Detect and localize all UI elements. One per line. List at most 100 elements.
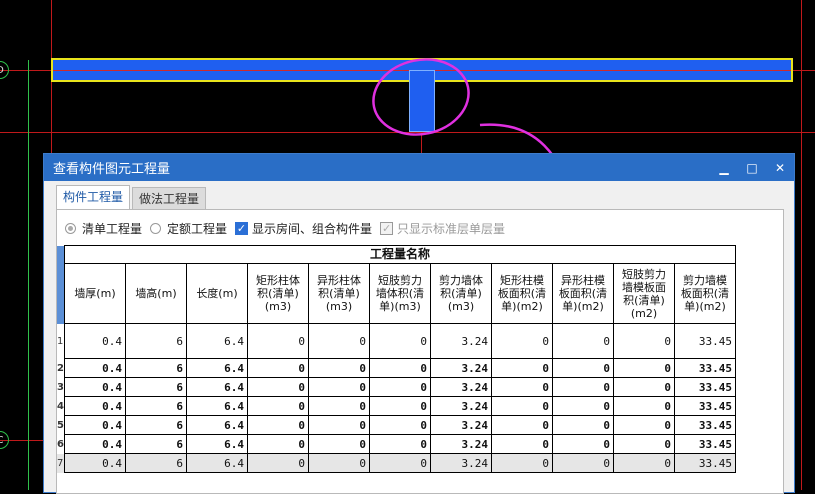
table-cell[interactable]: 0 [612, 323, 675, 359]
table-cell[interactable]: 0.4 [63, 358, 126, 378]
radio-quota-quantity[interactable]: 定额工程量 [150, 220, 227, 237]
table-cell[interactable]: 0 [246, 396, 309, 416]
table-cell[interactable]: 33.45 [673, 434, 736, 454]
table-cell[interactable]: 0 [551, 323, 614, 359]
table-cell[interactable]: 0 [612, 396, 675, 416]
table-cell[interactable]: 0 [368, 358, 431, 378]
table-cell[interactable]: 0 [490, 323, 553, 359]
table-column-header[interactable]: 剪力墙模板面积(清单)(m2) [673, 263, 736, 324]
table-cell[interactable]: 3.24 [429, 415, 492, 435]
table-cell[interactable]: 0.4 [63, 434, 126, 454]
tab-method-quantity[interactable]: 做法工程量 [132, 187, 207, 209]
table-cell[interactable]: 0 [490, 377, 553, 397]
table-cell[interactable]: 0 [612, 453, 675, 473]
checkbox-show-rooms[interactable]: ✓ 显示房间、组合构件量 [235, 220, 372, 237]
table-cell[interactable]: 0 [551, 415, 614, 435]
table-cell[interactable]: 6 [124, 396, 187, 416]
table-cell[interactable]: 0 [490, 453, 553, 473]
table-row[interactable]: 4 0.4 6 6.4 0 0 0 3.24 0 0 0 33.45 [57, 396, 736, 416]
table-cell[interactable]: 0 [368, 415, 431, 435]
table-cell[interactable]: 6.4 [185, 434, 248, 454]
table-cell[interactable]: 0 [551, 434, 614, 454]
table-cell[interactable]: 6 [124, 323, 187, 359]
maximize-button[interactable]: □ [738, 154, 766, 181]
table-cell[interactable]: 0 [246, 453, 309, 473]
table-row[interactable]: 3 0.4 6 6.4 0 0 0 3.24 0 0 0 33.45 [57, 377, 736, 397]
table-cell[interactable]: 0 [307, 358, 370, 378]
table-column-header[interactable]: 短肢剪力墙体积(清单)(m3) [368, 263, 431, 324]
table-cell[interactable]: 0.4 [63, 377, 126, 397]
dialog-titlebar[interactable]: 查看构件图元工程量 ▁ □ ✕ [44, 154, 794, 181]
table-cell[interactable]: 3.24 [429, 323, 492, 359]
table-cell[interactable]: 0 [368, 453, 431, 473]
minimize-button[interactable]: ▁ [710, 154, 738, 181]
table-cell[interactable]: 3.24 [429, 358, 492, 378]
table-cell[interactable]: 0 [490, 396, 553, 416]
table-cell[interactable]: 0 [246, 323, 309, 359]
table-cell[interactable]: 33.45 [673, 358, 736, 378]
table-cell[interactable]: 0 [551, 358, 614, 378]
table-cell[interactable]: 33.45 [673, 453, 736, 473]
table-row[interactable]: 7 0.4 6 6.4 0 0 0 3.24 0 0 0 33.45 [57, 453, 736, 473]
table-cell[interactable]: 0 [246, 358, 309, 378]
table-cell[interactable]: 6 [124, 453, 187, 473]
table-cell[interactable]: 0 [246, 377, 309, 397]
table-column-header[interactable]: 墙高(m) [124, 263, 187, 324]
table-cell[interactable]: 6 [124, 377, 187, 397]
close-button[interactable]: ✕ [766, 154, 794, 181]
table-cell[interactable]: 0 [307, 377, 370, 397]
table-cell[interactable]: 0 [612, 377, 675, 397]
table-cell[interactable]: 33.45 [673, 377, 736, 397]
table-column-header[interactable]: 长度(m) [185, 263, 248, 324]
table-cell[interactable]: 0 [612, 415, 675, 435]
table-row[interactable]: 1 0.4 6 6.4 0 0 0 3.24 0 0 0 33.45 [57, 323, 736, 359]
table-cell[interactable]: 0 [612, 434, 675, 454]
table-cell[interactable]: 6 [124, 415, 187, 435]
table-column-header[interactable]: 剪力墙体积(清单)(m3) [429, 263, 492, 324]
table-cell[interactable]: 0 [368, 323, 431, 359]
table-cell[interactable]: 6.4 [185, 377, 248, 397]
table-column-header[interactable]: 异形柱模板面积(清单)(m2) [551, 263, 614, 324]
table-cell[interactable]: 6.4 [185, 396, 248, 416]
table-column-header[interactable]: 墙厚(m) [63, 263, 126, 324]
table-cell[interactable]: 33.45 [673, 415, 736, 435]
table-column-header[interactable]: 异形柱体积(清单)(m3) [307, 263, 370, 324]
table-cell[interactable]: 6 [124, 434, 187, 454]
tab-component-quantity[interactable]: 构件工程量 [56, 185, 131, 209]
table-cell[interactable]: 0.4 [63, 323, 126, 359]
table-cell[interactable]: 0 [551, 377, 614, 397]
table-cell[interactable]: 0 [307, 396, 370, 416]
table-cell[interactable]: 3.24 [429, 434, 492, 454]
table-cell[interactable]: 0 [368, 377, 431, 397]
table-cell[interactable]: 0.4 [63, 453, 126, 473]
table-cell[interactable]: 0 [307, 323, 370, 359]
table-column-header[interactable]: 矩形柱模板面积(清单)(m2) [490, 263, 553, 324]
table-cell[interactable]: 0 [551, 396, 614, 416]
table-cell[interactable]: 3.24 [429, 377, 492, 397]
table-cell[interactable]: 0 [307, 453, 370, 473]
table-cell[interactable]: 0 [246, 434, 309, 454]
table-row[interactable]: 6 0.4 6 6.4 0 0 0 3.24 0 0 0 33.45 [57, 434, 736, 454]
table-cell[interactable]: 3.24 [429, 396, 492, 416]
table-cell[interactable]: 33.45 [673, 396, 736, 416]
radio-bill-quantity[interactable]: 清单工程量 [65, 220, 142, 237]
table-cell[interactable]: 3.24 [429, 453, 492, 473]
table-cell[interactable]: 0.4 [63, 396, 126, 416]
table-cell[interactable]: 0 [490, 415, 553, 435]
table-cell[interactable]: 33.45 [673, 323, 736, 359]
table-cell[interactable]: 0 [490, 358, 553, 378]
table-cell[interactable]: 6.4 [185, 415, 248, 435]
table-cell[interactable]: 0 [368, 434, 431, 454]
table-cell[interactable]: 0 [307, 434, 370, 454]
table-cell[interactable]: 0 [612, 358, 675, 378]
table-cell[interactable]: 0 [551, 453, 614, 473]
table-cell[interactable]: 6.4 [185, 358, 248, 378]
table-cell[interactable]: 0 [307, 415, 370, 435]
table-cell[interactable]: 6.4 [185, 453, 248, 473]
table-cell[interactable]: 0 [246, 415, 309, 435]
table-column-header[interactable]: 矩形柱体积(清单)(m3) [246, 263, 309, 324]
table-cell[interactable]: 0.4 [63, 415, 126, 435]
table-column-header[interactable]: 短肢剪力墙模板面积(清单)(m2) [612, 263, 675, 324]
table-cell[interactable]: 6 [124, 358, 187, 378]
table-cell[interactable]: 0 [490, 434, 553, 454]
